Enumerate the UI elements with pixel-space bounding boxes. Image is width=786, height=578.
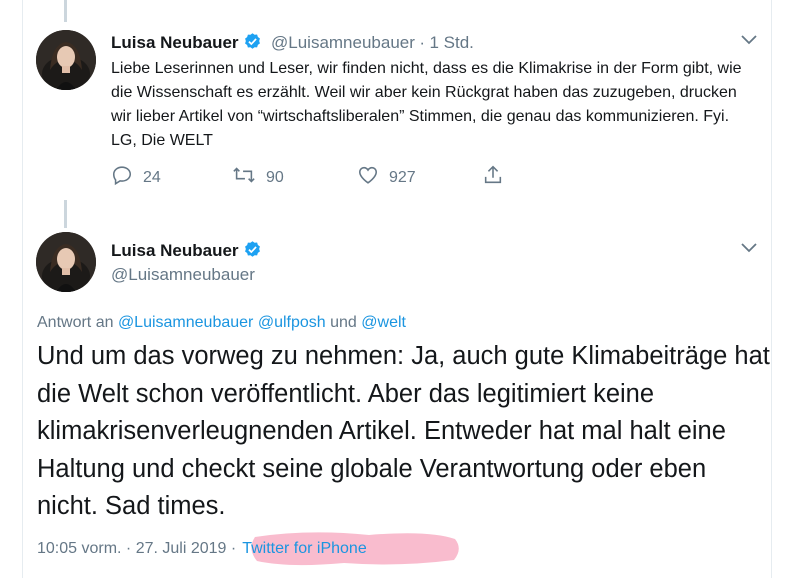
- tweet1-text: Liebe Leserinnen und Leser, wir finden n…: [111, 60, 742, 149]
- thread-connector: [64, 200, 67, 228]
- author-handle[interactable]: @Luisamneubauer: [271, 33, 415, 52]
- share-icon: [482, 164, 514, 191]
- mention-link[interactable]: @ulfposh: [258, 314, 326, 331]
- thread-connector-top: [64, 0, 67, 22]
- reply-and: und: [330, 314, 357, 331]
- retweet-button[interactable]: 90: [232, 164, 284, 191]
- verified-badge-icon: [243, 240, 262, 264]
- mention-link[interactable]: @Luisamneubauer: [118, 314, 253, 331]
- like-icon: [357, 164, 389, 191]
- reply-icon: [111, 164, 143, 191]
- like-button[interactable]: 927: [357, 164, 416, 191]
- retweet-count: 90: [266, 168, 284, 186]
- author-handle[interactable]: @Luisamneubauer: [111, 265, 255, 285]
- author-name[interactable]: Luisa Neubauer: [111, 241, 239, 260]
- separator: ·: [419, 33, 426, 52]
- tweet2-header: Luisa Neubauer: [111, 240, 262, 264]
- tweet-thread: Luisa Neubauer @Luisamneubauer · 1 Std. …: [0, 0, 786, 578]
- avatar[interactable]: [36, 30, 96, 90]
- tweet-time[interactable]: 1 Std.: [429, 33, 473, 52]
- avatar-image: [36, 232, 96, 292]
- chevron-down-icon[interactable]: [740, 241, 758, 259]
- verified-badge-icon: [243, 32, 262, 56]
- share-button[interactable]: [482, 164, 514, 191]
- chevron-down-icon[interactable]: [740, 33, 758, 51]
- avatar[interactable]: [36, 232, 96, 292]
- author-name[interactable]: Luisa Neubauer: [111, 33, 239, 52]
- replying-to: Antwort an @Luisamneubauer @ulfposh und …: [37, 314, 406, 332]
- reply-count: 24: [143, 168, 161, 186]
- avatar-image: [36, 30, 96, 90]
- reply-button[interactable]: 24: [111, 164, 161, 191]
- like-count: 927: [389, 168, 416, 186]
- tweet-source[interactable]: Twitter for iPhone: [236, 540, 373, 557]
- tweet1-header: Luisa Neubauer @Luisamneubauer · 1 Std.: [111, 32, 474, 56]
- tweet-actions: 24 90 927: [111, 164, 531, 190]
- retweet-icon: [232, 164, 266, 191]
- tweet-meta: 10:05 vorm. · 27. Juli 2019 · Twitter for…: [37, 540, 373, 558]
- reply-prefix: Antwort an: [37, 314, 114, 331]
- tweet2-text: Und um das vorweg zu nehmen: Ja, auch gu…: [37, 342, 770, 520]
- timeline-border-left: [22, 0, 23, 578]
- mention-link[interactable]: @welt: [361, 314, 406, 331]
- tweet-timestamp[interactable]: 10:05 vorm. · 27. Juli 2019 ·: [37, 540, 236, 557]
